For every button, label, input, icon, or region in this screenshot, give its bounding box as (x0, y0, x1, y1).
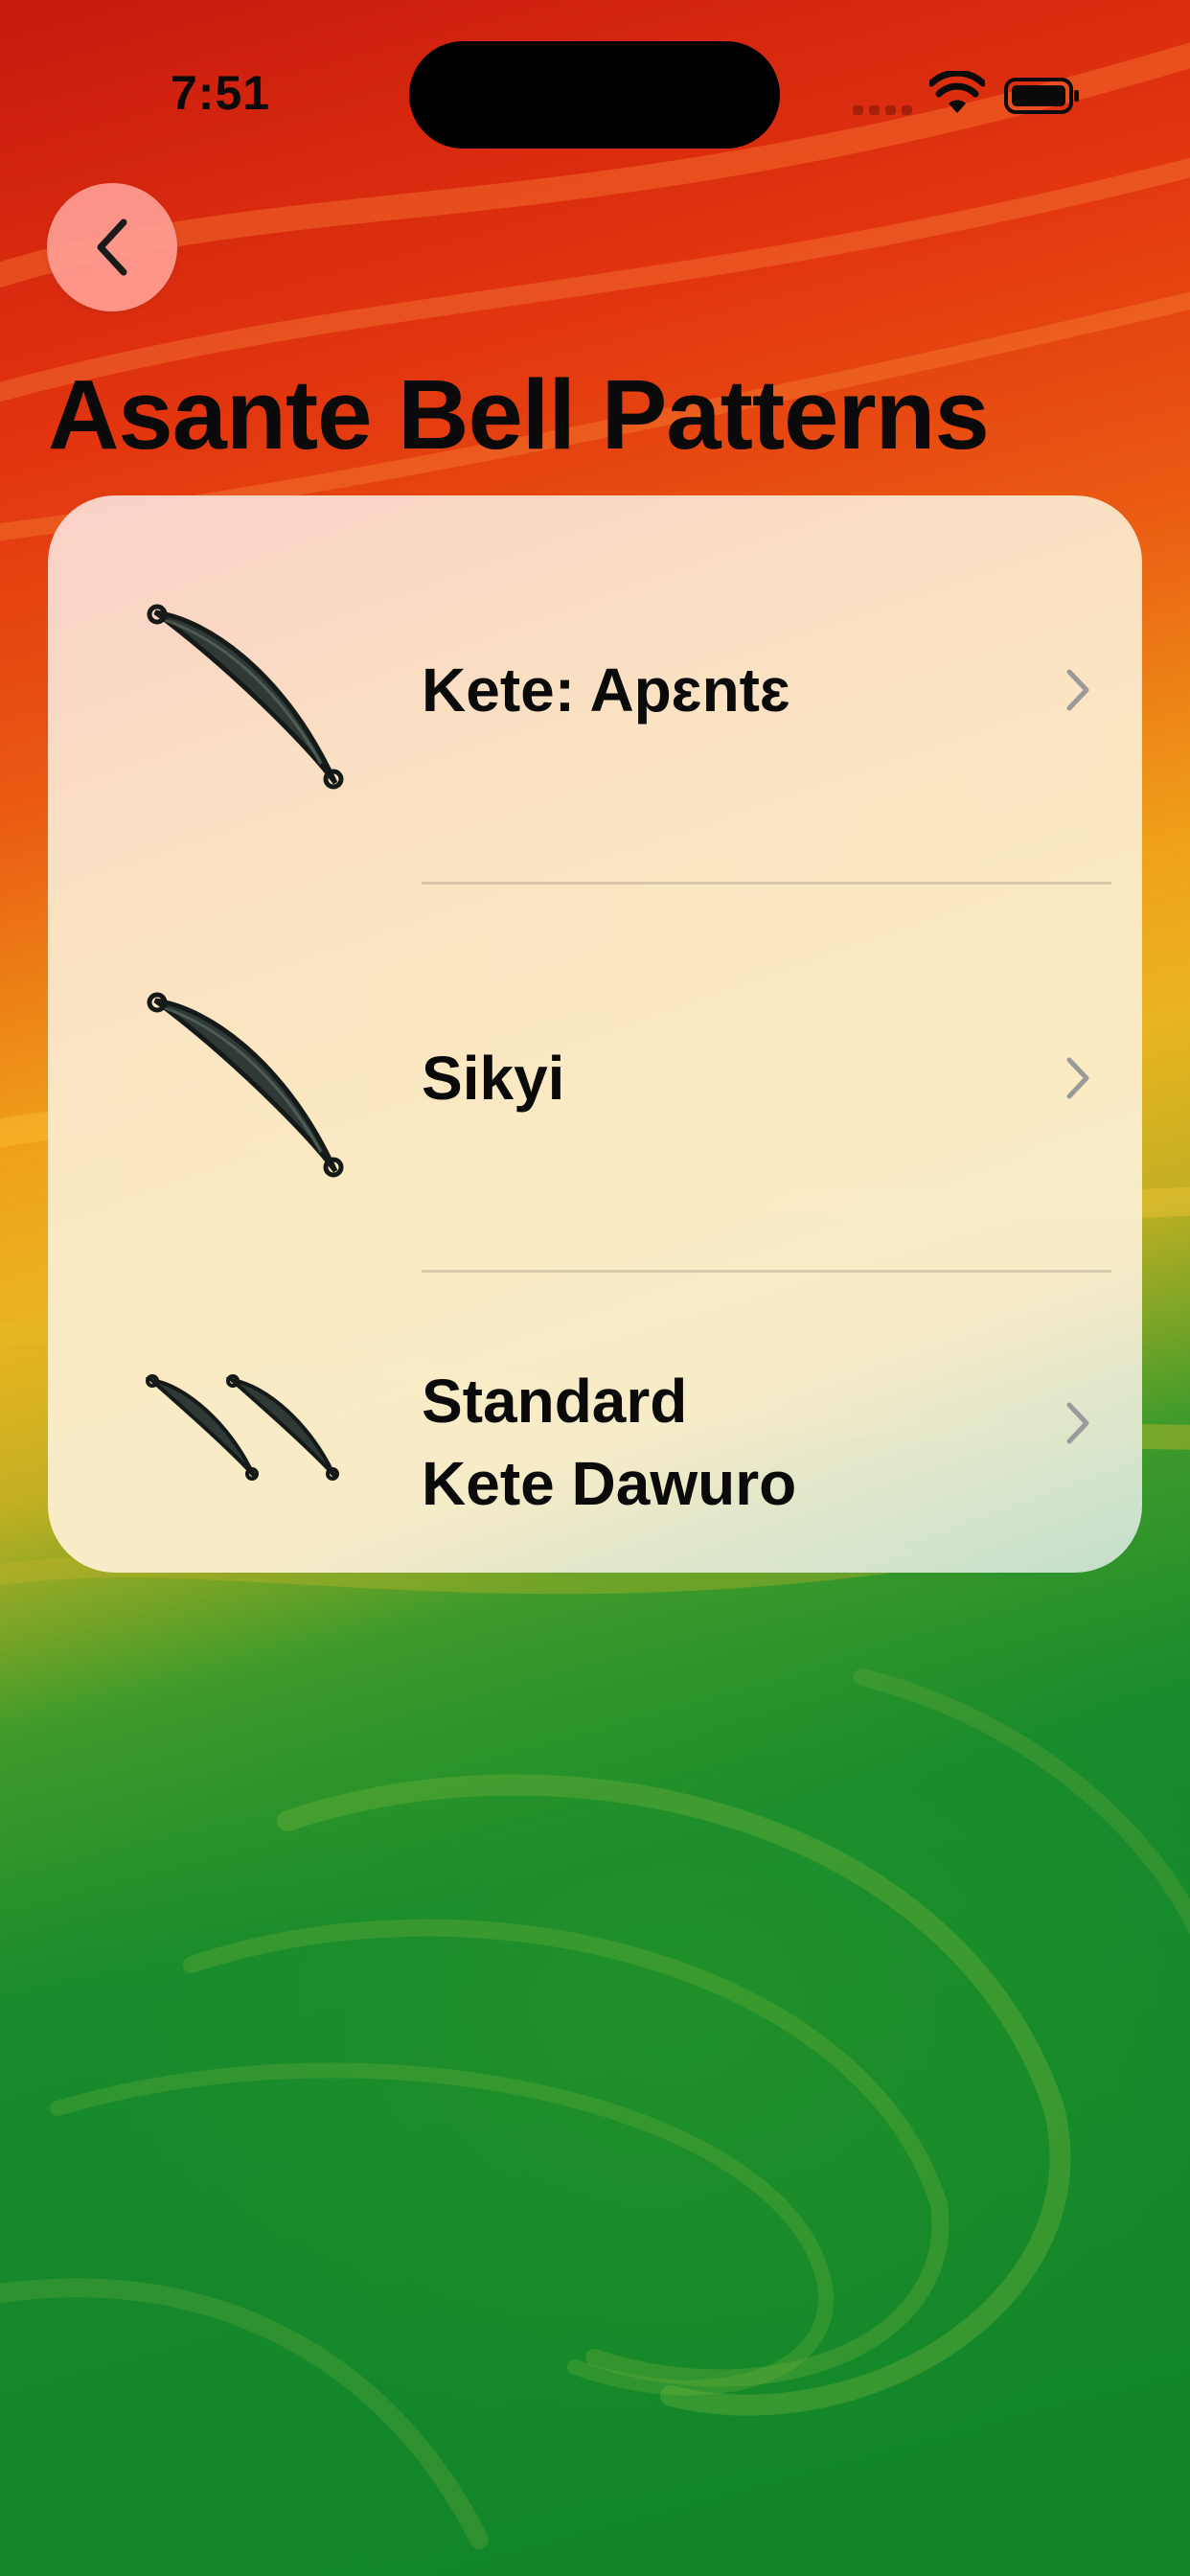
double-bell-icon (145, 1374, 339, 1481)
list-item-kete-apente[interactable]: Kete: Apɛntɛ (48, 495, 1142, 884)
chevron-right-icon (1066, 669, 1089, 711)
dynamic-island (409, 41, 780, 149)
back-button[interactable] (47, 183, 177, 311)
single-bell-icon (147, 604, 344, 790)
battery-icon (1004, 78, 1079, 114)
chevron-right-icon (1066, 1057, 1089, 1099)
pattern-label-line: Sikyi (422, 1044, 565, 1113)
single-bell-icon (147, 992, 344, 1178)
pattern-label-line: Kete Dawuro (422, 1449, 797, 1518)
pattern-label-line: Kete: Apɛntɛ (422, 656, 790, 724)
pattern-label-line: Standard (422, 1367, 688, 1436)
pattern-label: Standard Kete Dawuro (422, 1360, 796, 1525)
patterns-list: Kete: Apɛntɛ Sikyi Standard Kete Dawuro (48, 495, 1142, 1573)
page-title: Asante Bell Patterns (48, 359, 990, 470)
list-item-standard-kete-dawuro[interactable]: Standard Kete Dawuro (48, 1272, 1142, 1573)
cellular-signal-icon (853, 104, 912, 117)
pattern-label: Kete: Apɛntɛ (422, 649, 790, 731)
chevron-right-icon (1066, 1402, 1089, 1444)
status-time: 7:51 (171, 66, 271, 120)
list-item-sikyi[interactable]: Sikyi (48, 884, 1142, 1272)
status-bar: 7:51 (0, 0, 1190, 182)
wifi-icon (929, 71, 985, 113)
chevron-left-icon (97, 218, 127, 276)
pattern-label: Sikyi (422, 1037, 564, 1119)
